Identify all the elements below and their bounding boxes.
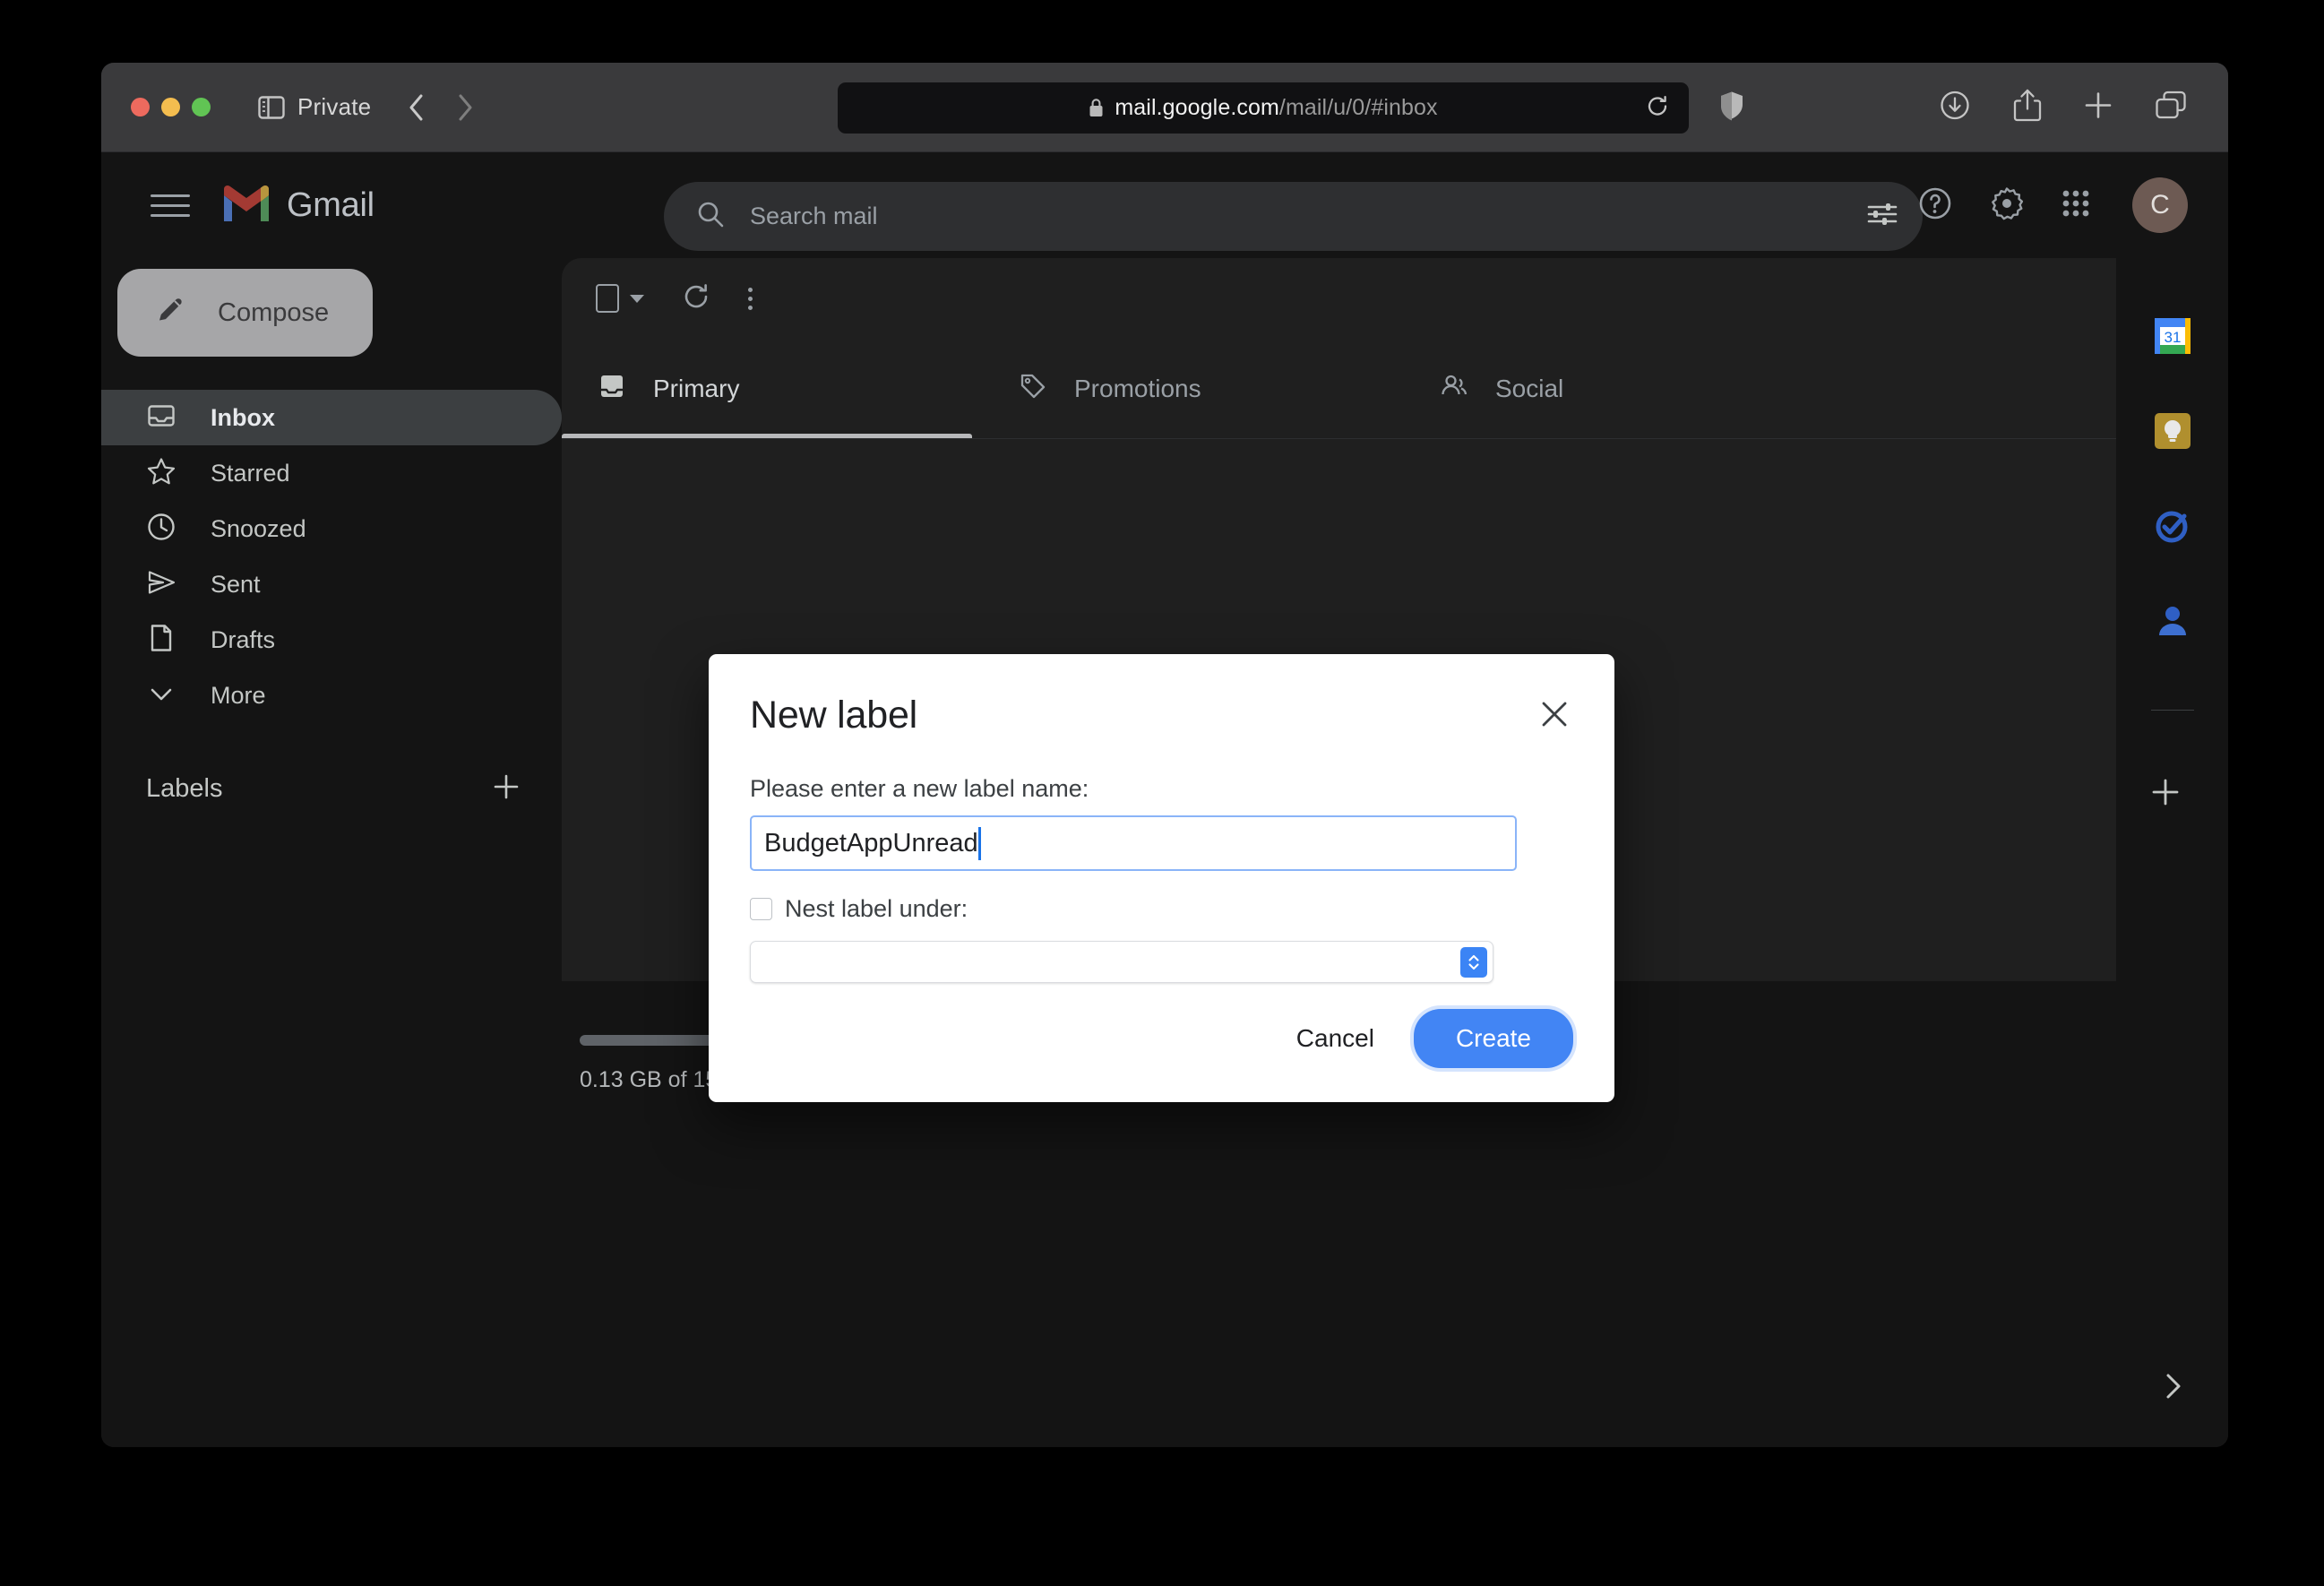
nest-label-row: Nest label under: bbox=[750, 895, 1573, 923]
privacy-shield-icon[interactable] bbox=[1718, 90, 1745, 125]
label-name-input[interactable] bbox=[750, 815, 1517, 871]
create-button[interactable]: Create bbox=[1414, 1009, 1573, 1068]
browser-toolbar: Private mail.goo bbox=[101, 63, 2228, 152]
dialog-header: New label bbox=[750, 694, 1573, 737]
nest-parent-select[interactable] bbox=[750, 941, 1493, 983]
close-window-button[interactable] bbox=[131, 98, 150, 116]
address-bar[interactable]: mail.google.com/mail/u/0/#inbox bbox=[838, 82, 1689, 134]
downloads-icon[interactable] bbox=[1939, 89, 1971, 125]
dialog-title: New label bbox=[750, 694, 917, 737]
browser-toolbar-actions bbox=[1939, 88, 2187, 126]
maximize-window-button[interactable] bbox=[192, 98, 211, 116]
minimize-window-button[interactable] bbox=[161, 98, 180, 116]
share-icon[interactable] bbox=[2013, 88, 2042, 126]
tab-overview-icon[interactable] bbox=[2155, 90, 2187, 125]
back-arrow-icon[interactable] bbox=[405, 92, 428, 123]
browser-window: Private mail.goo bbox=[101, 63, 2228, 1447]
modal-overlay: New label Please enter a new label name:… bbox=[101, 152, 2228, 1447]
nest-label-checkbox[interactable] bbox=[750, 898, 772, 920]
url-text: mail.google.com/mail/u/0/#inbox bbox=[1089, 95, 1437, 121]
sidebar-toggle-icon[interactable] bbox=[258, 96, 285, 119]
new-label-dialog: New label Please enter a new label name:… bbox=[709, 654, 1614, 1102]
select-stepper-icon bbox=[1460, 947, 1487, 978]
cancel-button[interactable]: Cancel bbox=[1273, 1012, 1398, 1065]
label-name-input-wrapper bbox=[750, 803, 1517, 871]
url-path: /mail/u/0/#inbox bbox=[1279, 95, 1438, 121]
forward-arrow-icon[interactable] bbox=[453, 92, 477, 123]
private-browsing-label: Private bbox=[297, 93, 371, 121]
nest-label-text: Nest label under: bbox=[785, 895, 968, 923]
close-icon[interactable] bbox=[1539, 699, 1570, 734]
lock-icon bbox=[1089, 98, 1104, 118]
url-domain: mail.google.com bbox=[1115, 95, 1279, 121]
dialog-actions: Cancel Create bbox=[1273, 1009, 1573, 1068]
reload-icon[interactable] bbox=[1646, 94, 1669, 122]
new-tab-plus-icon[interactable] bbox=[2084, 91, 2113, 124]
window-traffic-lights bbox=[131, 98, 211, 116]
browser-navigation bbox=[405, 92, 477, 123]
label-name-field-label: Please enter a new label name: bbox=[750, 775, 1573, 803]
gmail-app: Gmail Search mail bbox=[101, 152, 2228, 1447]
